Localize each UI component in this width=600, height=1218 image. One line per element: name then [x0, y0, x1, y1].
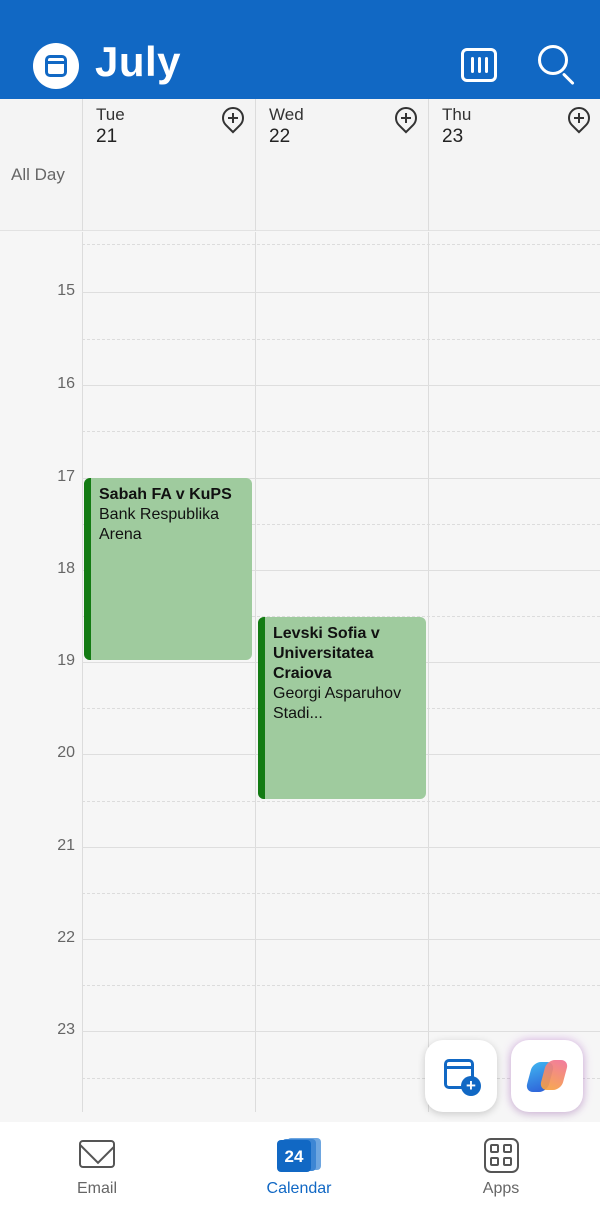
hour-line	[82, 1031, 600, 1032]
hour-label: 22	[57, 929, 75, 946]
bottom-nav: Email 24 Calendar Apps	[0, 1122, 600, 1218]
hour-line	[82, 939, 600, 940]
day-number: 22	[269, 126, 291, 147]
half-hour-line	[82, 339, 600, 340]
view-switch-button[interactable]	[461, 48, 497, 82]
add-event-icon[interactable]	[217, 102, 249, 134]
copilot-button[interactable]	[511, 1040, 583, 1112]
event-title: Sabah FA v KuPS	[99, 486, 232, 503]
hour-line	[82, 292, 600, 293]
day-column-header-tue: Tue 21	[82, 99, 255, 231]
nav-apps[interactable]: Apps	[441, 1122, 561, 1218]
nav-email[interactable]: Email	[37, 1122, 157, 1218]
hour-line	[82, 847, 600, 848]
app-header: July	[0, 0, 600, 99]
hour-label: 15	[57, 282, 75, 299]
hour-label: 21	[57, 837, 75, 854]
half-hour-line	[82, 431, 600, 432]
event-color-bar	[258, 617, 265, 799]
calendar-icon: 24	[277, 1138, 321, 1172]
event-card[interactable]: Levski Sofia v Universitatea Craiova Geo…	[258, 617, 426, 799]
hour-label: 16	[57, 375, 75, 392]
event-location: Bank Respublika Arena	[99, 506, 220, 543]
hour-label: 19	[57, 652, 75, 669]
mail-icon	[79, 1140, 115, 1168]
add-event-icon[interactable]	[563, 102, 595, 134]
day-column-header-thu: Thu 23	[428, 99, 600, 231]
nav-email-label: Email	[76, 1180, 117, 1197]
all-day-label: All Day	[11, 165, 65, 184]
event-card[interactable]: Sabah FA v KuPS Bank Respublika Arena	[84, 478, 252, 660]
event-location: Georgi Asparuhov Stadi...	[273, 685, 402, 722]
nav-apps-label: Apps	[482, 1180, 520, 1197]
half-hour-line	[82, 893, 600, 894]
add-event-icon[interactable]	[390, 102, 422, 134]
month-title[interactable]: July	[95, 38, 181, 86]
day-name: Tue	[96, 105, 125, 124]
hour-label: 20	[57, 744, 75, 761]
nav-calendar-label: Calendar	[266, 1180, 332, 1197]
half-hour-line	[82, 801, 600, 802]
half-hour-line	[82, 985, 600, 986]
hour-label: 23	[57, 1021, 75, 1038]
day-number: 21	[96, 126, 118, 147]
day-column-header-wed: Wed 22	[255, 99, 428, 231]
hour-label: 17	[57, 468, 75, 485]
apps-grid-icon	[484, 1138, 519, 1173]
event-title: Levski Sofia v Universitatea Craiova	[273, 625, 380, 682]
calendar-badge: 24	[277, 1140, 311, 1172]
column-divider	[255, 232, 256, 1112]
hour-line	[82, 385, 600, 386]
event-color-bar	[84, 478, 91, 660]
day-name: Thu	[442, 105, 472, 124]
search-icon[interactable]	[538, 45, 578, 86]
day-number: 23	[442, 126, 464, 147]
hour-label: 18	[57, 560, 75, 577]
time-grid[interactable]: 15 16 17 18 19 20 21 22 23 Sabah FA v Ku…	[0, 232, 600, 1112]
new-event-button[interactable]: +	[425, 1040, 497, 1112]
half-hour-line	[82, 244, 600, 245]
day-name: Wed	[269, 105, 304, 124]
copilot-icon	[524, 1058, 570, 1094]
day-header-row: All Day Tue 21 Wed 22 Thu 23	[0, 99, 600, 231]
column-divider	[428, 232, 429, 1112]
profile-calendar-icon[interactable]	[33, 43, 79, 89]
column-divider	[82, 232, 83, 1112]
nav-calendar[interactable]: 24 Calendar	[239, 1122, 359, 1218]
